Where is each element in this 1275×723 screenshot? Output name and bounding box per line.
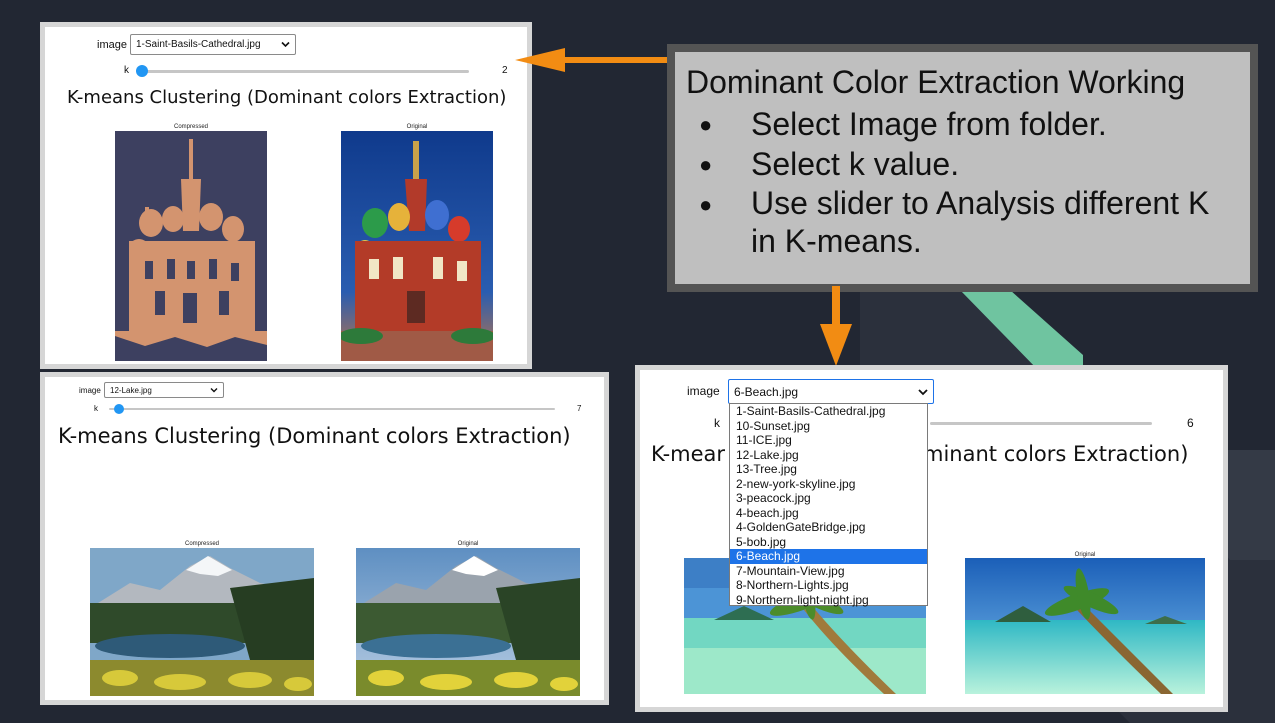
k-slider-track[interactable] bbox=[930, 422, 1152, 425]
k-label: k bbox=[94, 404, 98, 413]
callout-title: Dominant Color Extraction Working bbox=[686, 64, 1186, 100]
bullet-text: Use slider to Analysis different K in K-… bbox=[751, 185, 1210, 259]
original-caption: Original bbox=[406, 124, 428, 130]
original-image bbox=[341, 131, 493, 361]
dropdown-option[interactable]: 7-Mountain-View.jpg bbox=[730, 564, 927, 579]
kmeans-panel-lake: image 12-Lake.jpg k 7 K-means Clustering… bbox=[40, 372, 609, 705]
arrow-down-icon bbox=[820, 286, 852, 366]
compressed-image bbox=[115, 131, 267, 361]
dropdown-option[interactable]: 2-new-york-skyline.jpg bbox=[730, 477, 927, 492]
dropdown-option[interactable]: 9-Northern-light-night.jpg bbox=[730, 593, 927, 608]
selected-image-value: 12-Lake.jpg bbox=[110, 385, 152, 395]
bullet-text: Select Image from folder. bbox=[751, 106, 1107, 142]
bullet-text: Select k value. bbox=[751, 146, 960, 182]
k-slider-track[interactable] bbox=[137, 70, 469, 73]
panel-heading: K-means Clustering (Dominant colors Extr… bbox=[58, 424, 571, 448]
dropdown-option[interactable]: 13-Tree.jpg bbox=[730, 462, 927, 477]
kmeans-panel-cathedral: image 1-Saint-Basils-Cathedral.jpg k 2 K… bbox=[40, 22, 532, 369]
k-slider-track[interactable] bbox=[109, 408, 555, 410]
chevron-down-icon bbox=[210, 386, 218, 395]
k-value: 2 bbox=[502, 65, 508, 76]
image-label: image bbox=[687, 384, 720, 398]
bullet-dot-icon: ● bbox=[699, 152, 713, 177]
k-value: 6 bbox=[1187, 416, 1194, 430]
chevron-down-icon bbox=[918, 385, 928, 399]
chevron-down-icon bbox=[281, 39, 290, 50]
original-caption: Original bbox=[457, 541, 479, 547]
callout-bullet-2: ● Select k value. bbox=[699, 146, 1239, 186]
arrow-left-icon bbox=[515, 48, 675, 72]
dropdown-option[interactable]: 3-peacock.jpg bbox=[730, 491, 927, 506]
instructions-callout: Dominant Color Extraction Working ● Sele… bbox=[667, 44, 1258, 292]
dropdown-option[interactable]: 4-beach.jpg bbox=[730, 506, 927, 521]
panel-heading: K-means Clustering (Dominant colors Extr… bbox=[67, 87, 507, 108]
dropdown-option[interactable]: 1-Saint-Basils-Cathedral.jpg bbox=[730, 404, 927, 419]
image-label: image bbox=[79, 386, 101, 395]
k-label: k bbox=[124, 65, 129, 76]
original-image bbox=[356, 548, 580, 696]
dropdown-option[interactable]: 12-Lake.jpg bbox=[730, 448, 927, 463]
image-dropdown-list: 1-Saint-Basils-Cathedral.jpg 10-Sunset.j… bbox=[729, 403, 928, 608]
dropdown-option[interactable]: 4-GoldenGateBridge.jpg bbox=[730, 520, 927, 535]
image-select[interactable]: 12-Lake.jpg bbox=[104, 382, 224, 398]
bullet-dot-icon: ● bbox=[699, 192, 713, 217]
compressed-image bbox=[90, 548, 314, 696]
compressed-caption: Compressed bbox=[184, 541, 219, 547]
dropdown-option[interactable]: 8-Northern-Lights.jpg bbox=[730, 578, 927, 593]
image-select[interactable]: 6-Beach.jpg bbox=[728, 379, 934, 404]
compressed-caption: Compressed bbox=[173, 124, 208, 130]
k-slider-handle[interactable] bbox=[136, 65, 148, 77]
callout-bullet-1: ● Select Image from folder. bbox=[699, 106, 1239, 146]
dropdown-option-selected[interactable]: 6-Beach.jpg bbox=[730, 549, 927, 564]
dropdown-option[interactable]: 11-ICE.jpg bbox=[730, 433, 927, 448]
dropdown-option[interactable]: 10-Sunset.jpg bbox=[730, 419, 927, 434]
callout-bullet-3: ● Use slider to Analysis different K in … bbox=[699, 185, 1239, 266]
k-label: k bbox=[714, 416, 720, 430]
panel-heading-left: K-mear bbox=[651, 442, 726, 466]
original-image bbox=[965, 558, 1205, 694]
panel-heading-right: minant colors Extraction) bbox=[923, 442, 1189, 466]
selected-image-value: 1-Saint-Basils-Cathedral.jpg bbox=[136, 39, 261, 50]
k-value: 7 bbox=[577, 404, 582, 413]
bullet-dot-icon: ● bbox=[699, 112, 713, 137]
k-slider-handle[interactable] bbox=[114, 404, 124, 414]
image-label: image bbox=[97, 39, 127, 51]
kmeans-panel-beach: image 6-Beach.jpg k 6 K-mear minant colo… bbox=[635, 365, 1228, 712]
image-select[interactable]: 1-Saint-Basils-Cathedral.jpg bbox=[130, 34, 296, 55]
dropdown-option[interactable]: 5-bob.jpg bbox=[730, 535, 927, 550]
selected-image-value: 6-Beach.jpg bbox=[734, 384, 799, 399]
